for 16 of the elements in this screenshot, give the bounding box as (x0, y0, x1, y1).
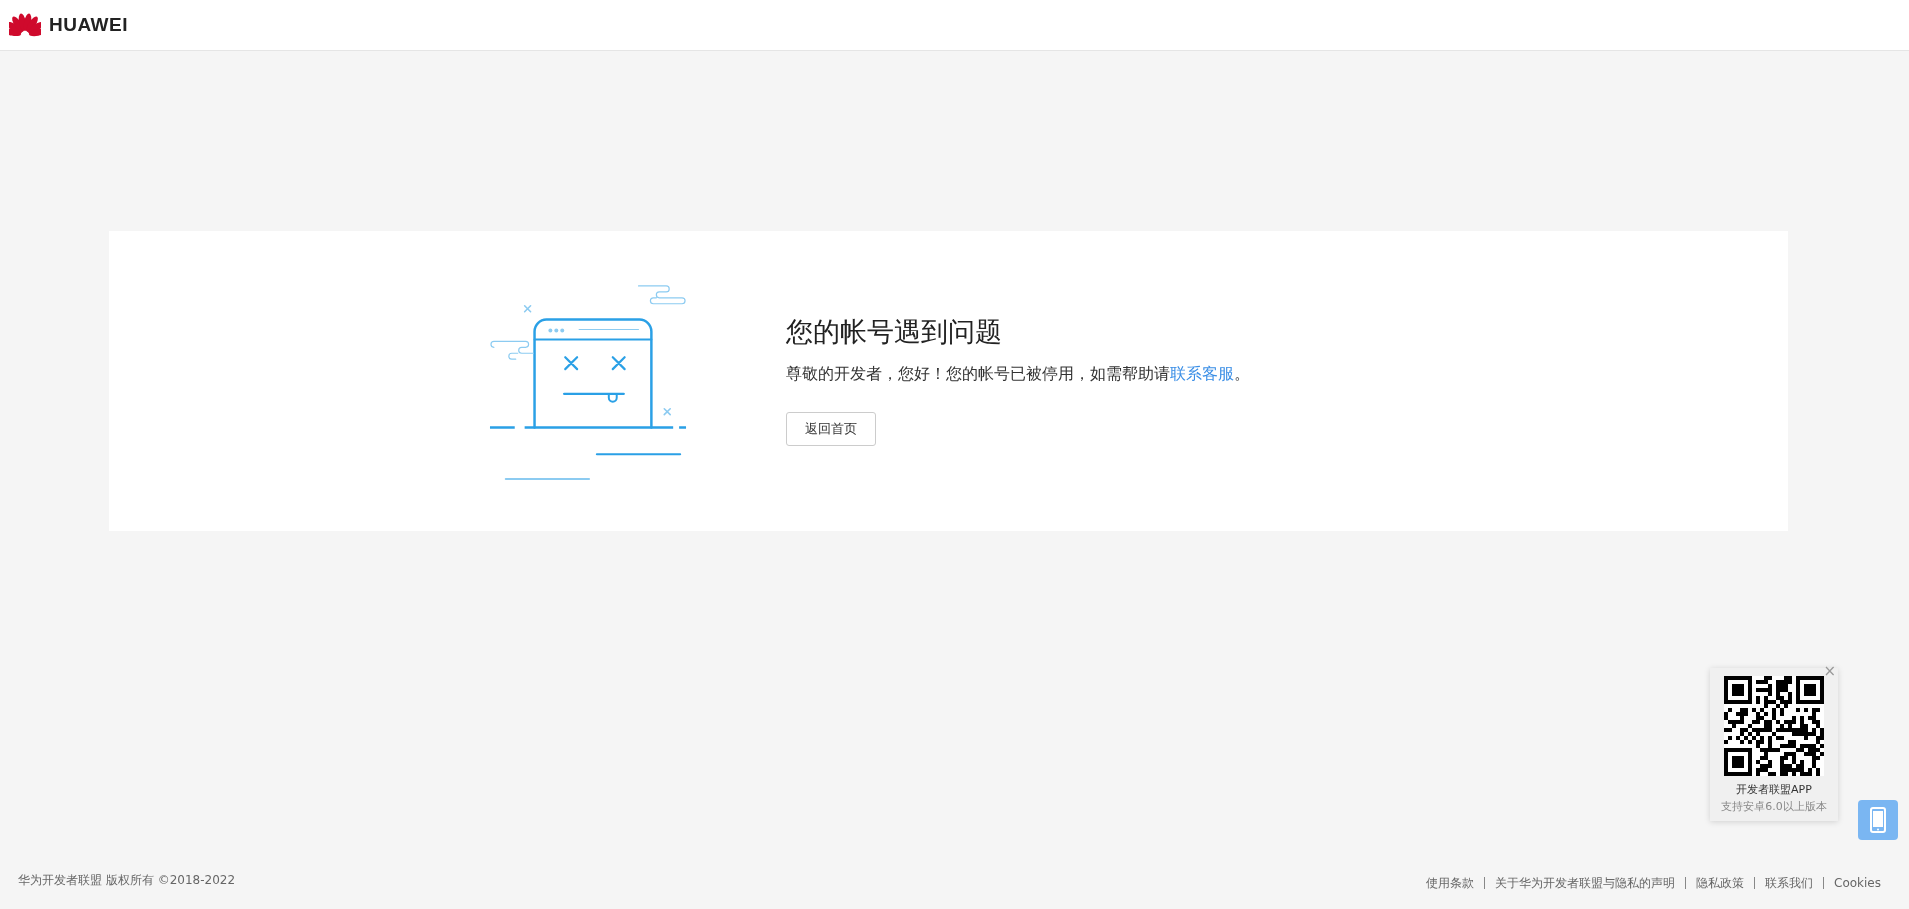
footer-link[interactable]: 隐私政策 (1685, 877, 1754, 889)
footer-link[interactable]: Cookies (1823, 877, 1891, 889)
app-name: 开发者联盟APP (1735, 782, 1813, 798)
app-requirement: 支持安卓6.0以上版本 (1720, 798, 1828, 815)
footer-link[interactable]: 使用条款 (1416, 877, 1484, 889)
copyright-text: 华为开发者联盟 版权所有 ©2018-2022 (18, 872, 236, 889)
brand-name: HUAWEI (49, 12, 128, 37)
logo-icon (9, 13, 41, 37)
error-title: 您的帐号遇到问题 (786, 316, 1003, 349)
phone-icon (1870, 807, 1886, 833)
footer-link[interactable]: 关于华为开发者联盟与隐私的声明 (1484, 877, 1685, 889)
error-message: 尊敬的开发者，您好！您的帐号已被停用，如需帮助请联系客服。 (786, 363, 1250, 386)
footer-link[interactable]: 联系我们 (1754, 877, 1823, 889)
contact-support-link[interactable]: 联系客服 (1170, 364, 1234, 384)
home-button[interactable]: 返回首页 (786, 412, 876, 446)
app-download-button[interactable] (1858, 800, 1898, 840)
